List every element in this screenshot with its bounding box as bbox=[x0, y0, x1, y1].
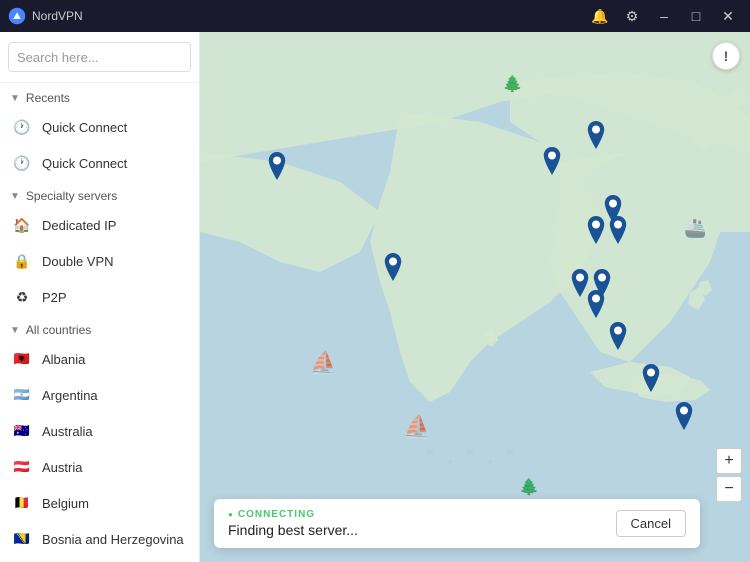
notification-icon[interactable]: 🔔 bbox=[586, 2, 614, 30]
countries-section[interactable]: ▼ All countries bbox=[0, 315, 199, 341]
vpn-pin-4[interactable] bbox=[585, 121, 607, 149]
connecting-status: Finding best server... bbox=[228, 522, 358, 538]
map-area: ⛵ ⛵ 🌲 🌲 🚢 ! CONNECTING Finding best serv… bbox=[200, 32, 750, 562]
app-title: NordVPN bbox=[32, 9, 83, 23]
vpn-pin-3[interactable] bbox=[541, 147, 563, 175]
country-bosnia[interactable]: 🇧🇦 Bosnia and Herzegovina bbox=[0, 521, 199, 557]
sidebar: 🔍 ▼ Recents 🕐 Quick Connect 🕐 Quick Conn… bbox=[0, 32, 200, 562]
country-albania[interactable]: 🇦🇱 Albania bbox=[0, 341, 199, 377]
tree-2: 🌲 bbox=[519, 477, 539, 497]
countries-chevron: ▼ bbox=[10, 325, 20, 336]
maximize-button[interactable]: □ bbox=[682, 2, 710, 30]
tree-1: 🌲 bbox=[503, 74, 523, 94]
recents-chevron: ▼ bbox=[10, 93, 20, 104]
flag-albania: 🇦🇱 bbox=[12, 349, 32, 369]
quick-connect-2[interactable]: 🕐 Quick Connect bbox=[0, 145, 199, 181]
specialty-label: Specialty servers bbox=[26, 189, 117, 203]
country-austria[interactable]: 🇦🇹 Austria bbox=[0, 449, 199, 485]
search-box: 🔍 bbox=[8, 42, 191, 72]
flag-austria: 🇦🇹 bbox=[12, 457, 32, 477]
info-icon: ! bbox=[724, 48, 729, 64]
clock-icon-2: 🕐 bbox=[12, 153, 32, 173]
close-button[interactable]: ✕ bbox=[714, 2, 742, 30]
vpn-pin-6[interactable] bbox=[585, 216, 607, 244]
dedicated-ip-icon: 🏠 bbox=[12, 215, 32, 235]
flag-australia: 🇦🇺 bbox=[12, 421, 32, 441]
sailboat-2: ⛵ bbox=[404, 414, 431, 440]
connecting-text-group: CONNECTING Finding best server... bbox=[228, 509, 358, 538]
countries-label: All countries bbox=[26, 323, 91, 337]
vpn-pin-1[interactable] bbox=[266, 152, 288, 180]
clock-icon-1: 🕐 bbox=[12, 117, 32, 137]
double-vpn[interactable]: 🔒 Double VPN bbox=[0, 243, 199, 279]
country-belgium[interactable]: 🇧🇪 Belgium bbox=[0, 485, 199, 521]
ship: 🚢 bbox=[684, 218, 706, 239]
recents-section[interactable]: ▼ Recents bbox=[0, 83, 199, 109]
flag-belgium: 🇧🇪 bbox=[12, 493, 32, 513]
austria-label: Austria bbox=[42, 460, 82, 475]
vpn-pin-10[interactable] bbox=[585, 290, 607, 318]
app-container: 🔍 ▼ Recents 🕐 Quick Connect 🕐 Quick Conn… bbox=[0, 32, 750, 562]
country-argentina[interactable]: 🇦🇷 Argentina bbox=[0, 377, 199, 413]
title-bar: NordVPN 🔔 ⚙ – □ ✕ bbox=[0, 0, 750, 32]
double-vpn-label: Double VPN bbox=[42, 254, 114, 269]
albania-label: Albania bbox=[42, 352, 85, 367]
belgium-label: Belgium bbox=[42, 496, 89, 511]
vpn-pin-11[interactable] bbox=[607, 322, 629, 350]
p2p-icon: ♻ bbox=[12, 287, 32, 307]
country-brazil[interactable]: 🇧🇷 Brazil bbox=[0, 557, 199, 562]
dedicated-ip-label: Dedicated IP bbox=[42, 218, 116, 233]
specialty-chevron: ▼ bbox=[10, 191, 20, 202]
search-container: 🔍 bbox=[0, 32, 199, 83]
dedicated-ip[interactable]: 🏠 Dedicated IP bbox=[0, 207, 199, 243]
p2p-label: P2P bbox=[42, 290, 67, 305]
vpn-pin-7[interactable] bbox=[607, 216, 629, 244]
p2p[interactable]: ♻ P2P bbox=[0, 279, 199, 315]
australia-label: Australia bbox=[42, 424, 93, 439]
quick-connect-1-label: Quick Connect bbox=[42, 120, 127, 135]
title-bar-controls: 🔔 ⚙ – □ ✕ bbox=[586, 2, 742, 30]
connecting-label: CONNECTING bbox=[228, 509, 358, 520]
settings-icon[interactable]: ⚙ bbox=[618, 2, 646, 30]
app-logo bbox=[8, 7, 26, 25]
map-background bbox=[200, 32, 750, 562]
quick-connect-2-label: Quick Connect bbox=[42, 156, 127, 171]
zoom-out-button[interactable]: − bbox=[716, 476, 742, 502]
cancel-button[interactable]: Cancel bbox=[616, 510, 686, 537]
flag-argentina: 🇦🇷 bbox=[12, 385, 32, 405]
recents-label: Recents bbox=[26, 91, 70, 105]
flag-bosnia: 🇧🇦 bbox=[12, 529, 32, 549]
minimize-button[interactable]: – bbox=[650, 2, 678, 30]
vpn-pin-12[interactable] bbox=[640, 364, 662, 392]
title-bar-left: NordVPN bbox=[8, 7, 83, 25]
country-australia[interactable]: 🇦🇺 Australia bbox=[0, 413, 199, 449]
quick-connect-1[interactable]: 🕐 Quick Connect bbox=[0, 109, 199, 145]
specialty-section[interactable]: ▼ Specialty servers bbox=[0, 181, 199, 207]
vpn-pin-13[interactable] bbox=[673, 402, 695, 430]
sidebar-list: ▼ Recents 🕐 Quick Connect 🕐 Quick Connec… bbox=[0, 83, 199, 562]
bosnia-label: Bosnia and Herzegovina bbox=[42, 532, 184, 547]
zoom-controls: + − bbox=[716, 448, 742, 502]
info-button[interactable]: ! bbox=[712, 42, 740, 70]
sailboat-1: ⛵ bbox=[310, 350, 337, 376]
argentina-label: Argentina bbox=[42, 388, 98, 403]
search-input[interactable] bbox=[17, 50, 193, 65]
zoom-in-button[interactable]: + bbox=[716, 448, 742, 474]
vpn-pin-2[interactable] bbox=[382, 253, 404, 281]
connecting-banner: CONNECTING Finding best server... Cancel bbox=[214, 499, 700, 548]
double-vpn-icon: 🔒 bbox=[12, 251, 32, 271]
